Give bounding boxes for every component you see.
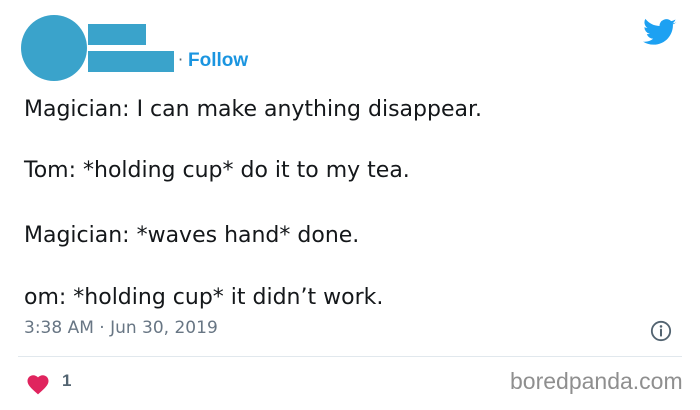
heart-icon[interactable] bbox=[26, 373, 50, 395]
avatar[interactable] bbox=[21, 15, 87, 81]
tweet-text-line: Tom: *holding cup* do it to my tea. bbox=[24, 158, 410, 183]
tweet-timestamp[interactable]: 3:38 AM · Jun 30, 2019 bbox=[24, 318, 218, 338]
redacted-display-name[interactable] bbox=[88, 24, 146, 45]
watermark: boredpanda.com bbox=[510, 368, 683, 394]
tweet-text-line: Magician: *waves hand* done. bbox=[24, 223, 360, 248]
divider bbox=[18, 356, 682, 357]
follow-separator: · bbox=[178, 50, 184, 69]
twitter-bird-icon[interactable] bbox=[643, 18, 677, 48]
tweet-text-line: Magician: I can make anything disappear. bbox=[24, 97, 482, 122]
redacted-handle[interactable] bbox=[88, 51, 174, 72]
tweet-text-line: om: *holding cup* it didn’t work. bbox=[24, 285, 384, 310]
follow-button[interactable]: Follow bbox=[188, 50, 248, 72]
tweet-card: · Follow Magician: I can make anything d… bbox=[0, 0, 700, 410]
like-count[interactable]: 1 bbox=[62, 371, 71, 391]
info-icon[interactable] bbox=[650, 320, 672, 342]
